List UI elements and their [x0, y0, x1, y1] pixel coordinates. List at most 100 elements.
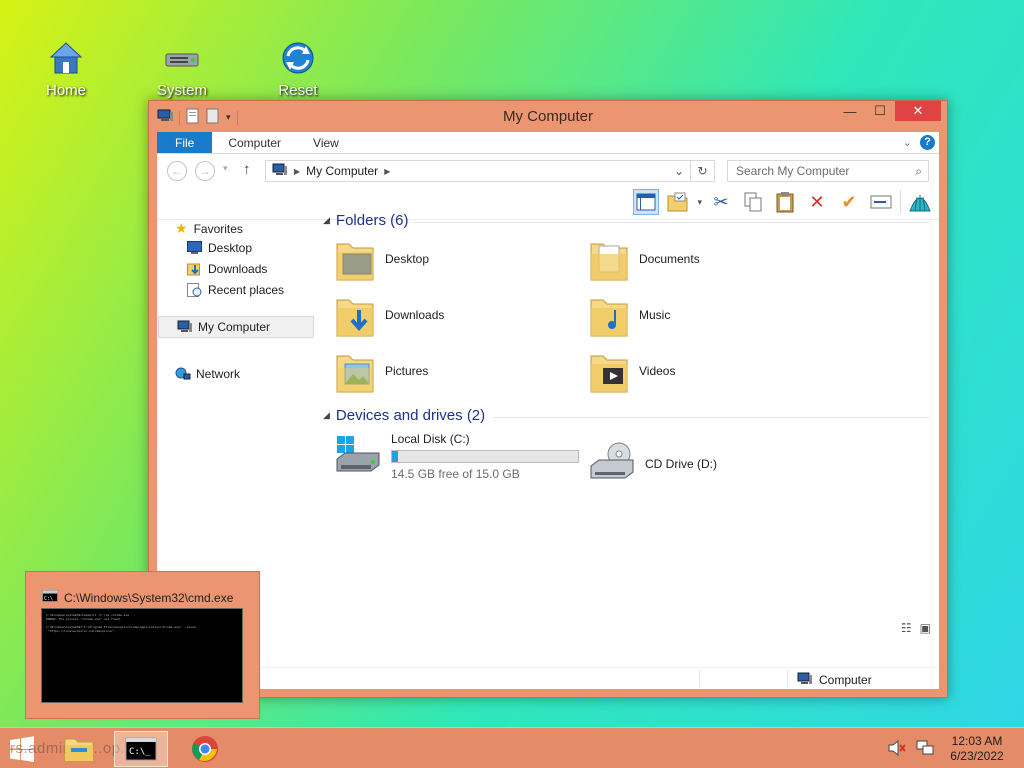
- hard-drive-icon: [162, 38, 202, 78]
- sidebar-item-my-computer[interactable]: My Computer: [158, 316, 314, 338]
- collapse-triangle-icon[interactable]: ◢: [323, 410, 330, 421]
- search-input[interactable]: Search My Computer ⌕: [727, 160, 929, 182]
- tab-view[interactable]: View: [297, 132, 355, 153]
- home-icon: [46, 38, 86, 78]
- rename-icon[interactable]: [868, 189, 894, 215]
- ribbon-tabs: File Computer View ⌄ ?: [157, 132, 939, 154]
- sidebar-item-downloads[interactable]: Downloads: [187, 262, 267, 276]
- svg-text:C:\: C:\: [44, 596, 53, 602]
- expand-ribbon-icon[interactable]: ⌄: [903, 136, 912, 149]
- clock-time: 12:03 AM: [951, 734, 1003, 748]
- group-header-label: Folders (6): [335, 212, 409, 229]
- hard-drive-icon: [335, 435, 381, 478]
- folder-pictures[interactable]: Pictures: [335, 348, 428, 394]
- tab-file[interactable]: File: [157, 132, 213, 153]
- folder-documents[interactable]: Documents: [589, 236, 700, 282]
- folder-label: Desktop: [385, 252, 430, 266]
- folder-label: Documents: [639, 252, 700, 266]
- recent-places-icon: [187, 283, 202, 297]
- clock[interactable]: 12:03 AM 6/23/2022: [944, 734, 1010, 764]
- sidebar-item-desktop[interactable]: Desktop: [187, 241, 252, 255]
- folder-icon: [335, 348, 375, 394]
- up-button[interactable]: ↑: [243, 161, 251, 178]
- desktop-icon-system[interactable]: System: [146, 38, 218, 99]
- svg-text:C:\_: C:\_: [129, 747, 151, 757]
- folder-icon: [335, 236, 375, 282]
- cut-icon[interactable]: ✂: [708, 189, 734, 215]
- large-icons-view-icon[interactable]: ▣: [920, 621, 931, 635]
- folder-icon: [589, 348, 629, 394]
- drive-free-space: 14.5 GB free of 15.0 GB: [391, 467, 520, 481]
- sidebar-item-recent[interactable]: Recent places: [187, 283, 284, 297]
- volume-muted-icon[interactable]: [888, 739, 906, 759]
- folder-label: Downloads: [385, 308, 445, 322]
- desktop-icon-home[interactable]: Home: [30, 38, 102, 99]
- content-pane: ◢ Folders (6) Desktop Documents Download…: [323, 212, 939, 667]
- taskbar-thumbnail-preview[interactable]: C:\ C:\Windows\System32\cmd.exe C:\Windo…: [25, 571, 260, 719]
- cmd-icon: C:\_: [125, 737, 157, 761]
- folders-group-header[interactable]: ◢ Folders (6): [323, 212, 408, 229]
- desktop-icon-label: Reset: [278, 82, 318, 99]
- chevron-right-icon[interactable]: ▶: [384, 167, 390, 176]
- taskbar-explorer-button[interactable]: [52, 731, 106, 767]
- breadcrumb[interactable]: My Computer: [306, 164, 378, 178]
- search-placeholder: Search My Computer: [736, 164, 850, 178]
- window-title: My Computer: [502, 108, 594, 125]
- chrome-icon: [192, 736, 218, 762]
- folder-downloads[interactable]: Downloads: [335, 292, 444, 338]
- folder-music[interactable]: Music: [589, 292, 670, 338]
- address-dropdown-icon[interactable]: ⌄: [674, 161, 684, 181]
- folder-label: Videos: [639, 364, 676, 378]
- back-button[interactable]: ←: [167, 161, 187, 181]
- cd-drive-icon: [589, 442, 635, 485]
- sidebar-item-label: Downloads: [208, 262, 268, 276]
- desktop-icon-label: System: [156, 82, 207, 99]
- refresh-button[interactable]: ↻: [690, 161, 714, 181]
- close-button[interactable]: ✕: [895, 101, 941, 121]
- system-tray: 12:03 AM 6/23/2022: [888, 734, 1010, 764]
- checkmark-icon[interactable]: ✔: [836, 189, 862, 215]
- computer-icon: [272, 163, 288, 179]
- status-location: Computer: [819, 673, 872, 687]
- folder-options-dropdown-icon[interactable]: ▾: [697, 197, 702, 208]
- downloads-icon: [187, 262, 202, 276]
- recent-locations-icon[interactable]: ▾: [223, 163, 228, 174]
- forward-button[interactable]: →: [195, 161, 215, 181]
- sidebar-item-favorites[interactable]: ★ Favorites: [175, 220, 243, 237]
- sidebar-item-network[interactable]: Network: [175, 367, 240, 381]
- desktop-icon-label: Home: [45, 82, 86, 99]
- explorer-window: ▾ My Computer — ☐ ✕ File Computer View ⌄…: [148, 100, 948, 698]
- sidebar-item-label: Desktop: [208, 241, 253, 255]
- maximize-button[interactable]: ☐: [865, 101, 895, 121]
- sidebar-item-label: My Computer: [198, 320, 271, 334]
- help-icon[interactable]: ?: [920, 135, 935, 150]
- delete-icon[interactable]: ✕: [804, 189, 830, 215]
- title-bar[interactable]: ▾ My Computer — ☐ ✕: [149, 101, 947, 131]
- chevron-right-icon[interactable]: ▶: [294, 167, 300, 176]
- collapse-triangle-icon[interactable]: ◢: [323, 215, 330, 226]
- drive-cd-d[interactable]: CD Drive (D:): [589, 442, 717, 485]
- search-icon[interactable]: ⌕: [915, 161, 922, 181]
- minimize-button[interactable]: —: [835, 101, 865, 121]
- folder-desktop[interactable]: Desktop: [335, 236, 429, 282]
- taskbar-chrome-button[interactable]: [178, 731, 232, 767]
- copy-icon[interactable]: [740, 189, 766, 215]
- sidebar-item-label: Recent places: [208, 283, 285, 297]
- shell-icon[interactable]: [907, 189, 933, 215]
- paste-icon[interactable]: [772, 189, 798, 215]
- layout-pane-button[interactable]: [633, 189, 660, 215]
- details-view-icon[interactable]: ☷: [901, 621, 912, 635]
- drive-label: Local Disk (C:): [391, 432, 470, 446]
- taskbar-cmd-button[interactable]: C:\_: [114, 731, 168, 767]
- address-bar[interactable]: ▶ My Computer ▶ ⌄ ↻: [265, 160, 715, 182]
- sidebar-item-label: Network: [196, 367, 241, 381]
- drive-local-disk-c[interactable]: Local Disk (C:) 14.5 GB free of 15.0 GB: [335, 432, 579, 481]
- desktop-icon-reset[interactable]: Reset: [262, 38, 334, 99]
- devices-group-header[interactable]: ◢ Devices and drives (2): [323, 407, 485, 424]
- network-status-icon[interactable]: [916, 740, 934, 759]
- folder-label: Pictures: [385, 364, 429, 378]
- folder-videos[interactable]: Videos: [589, 348, 675, 394]
- folder-options-icon[interactable]: [665, 189, 691, 215]
- folder-icon: [589, 292, 629, 338]
- tab-computer[interactable]: Computer: [212, 132, 297, 153]
